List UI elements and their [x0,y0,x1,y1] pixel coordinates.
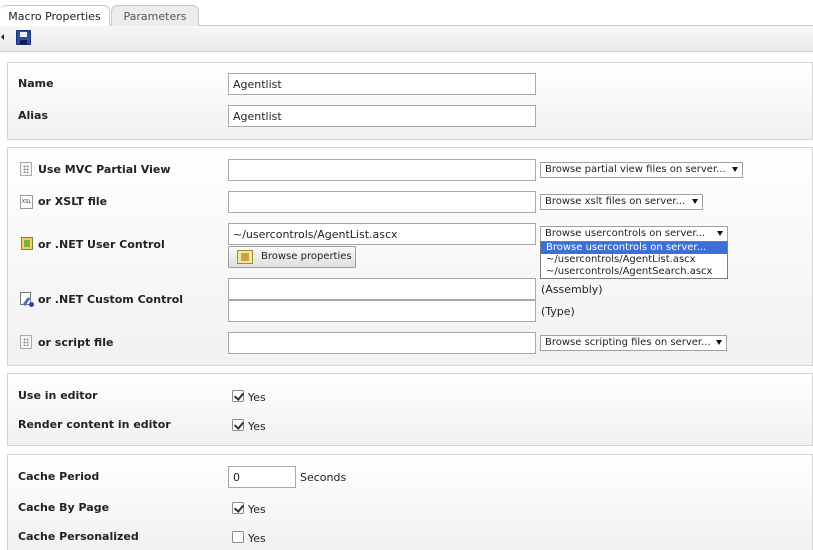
script-browse-text: Browse scripting files on server... [545,337,711,348]
user-control-browse-text: Browse usercontrols on server... [545,228,706,239]
mvc-browse-text: Browse partial view files on server... [545,164,726,175]
chevron-down-icon [717,231,723,236]
user-control-icon [21,237,33,250]
custom-control-assembly-input[interactable] [228,278,536,300]
chevron-down-icon [716,340,722,345]
script-input[interactable] [228,332,536,354]
collapse-arrow-icon[interactable] [1,34,4,40]
cache-by-page-yes: Yes [248,503,266,516]
script-label: or script file [38,336,114,349]
render-in-editor-yes: Yes [248,420,266,433]
toolbar [0,26,813,52]
name-input[interactable] [228,73,536,95]
xsl-file-icon: XSL [20,195,33,209]
cache-by-page-checkbox[interactable] [232,502,244,514]
dropdown-option[interactable]: ~/usercontrols/AgentSearch.ascx [541,266,727,278]
browse-properties-label: Browse properties [261,251,352,262]
cache-personalized-yes: Yes [248,532,266,545]
script-file-icon [20,335,32,349]
dropdown-option[interactable]: Browse usercontrols on server... [541,242,727,254]
tab-macro-properties[interactable]: Macro Properties [0,5,110,27]
browse-properties-button[interactable]: Browse properties [228,246,356,268]
editor-panel [7,373,813,446]
alias-label: Alias [18,109,49,122]
chevron-down-icon [692,199,698,204]
type-label: (Type) [541,305,575,318]
save-icon[interactable] [16,30,31,45]
custom-control-label: or .NET Custom Control [38,293,184,306]
assembly-label: (Assembly) [541,283,603,296]
name-label: Name [18,77,54,90]
custom-control-type-input[interactable] [228,300,536,322]
script-browse-select[interactable]: Browse scripting files on server... [540,335,727,351]
use-in-editor-label: Use in editor [18,389,98,402]
use-in-editor-yes: Yes [248,391,266,404]
mvc-label: Use MVC Partial View [38,163,171,176]
user-control-dropdown-list: Browse usercontrols on server... ~/userc… [540,241,728,279]
mvc-file-icon [20,162,32,176]
xslt-label: or XSLT file [38,195,108,208]
user-control-label: or .NET User Control [38,238,165,251]
render-in-editor-checkbox[interactable] [232,419,244,431]
render-in-editor-label: Render content in editor [18,418,171,431]
cache-personalized-label: Cache Personalized [18,530,139,543]
xslt-browse-text: Browse xslt files on server... [545,196,686,207]
mvc-browse-select[interactable]: Browse partial view files on server... [540,162,743,178]
dropdown-option[interactable]: ~/usercontrols/AgentList.ascx [541,254,727,266]
cache-by-page-label: Cache By Page [18,501,110,514]
custom-control-icon [20,292,34,307]
tab-bar: Macro Properties Parameters [0,0,813,27]
xslt-input[interactable] [228,191,536,213]
user-control-browse-select[interactable]: Browse usercontrols on server... [540,226,728,242]
cache-period-input[interactable] [228,466,296,488]
use-in-editor-checkbox[interactable] [232,390,244,402]
cache-personalized-checkbox[interactable] [232,531,244,543]
tab-parameters[interactable]: Parameters [111,5,199,26]
seconds-label: Seconds [300,471,347,484]
mvc-input[interactable] [228,159,536,181]
user-control-input[interactable] [228,223,536,245]
cache-period-label: Cache Period [18,470,100,483]
alias-input[interactable] [228,105,536,127]
xslt-browse-select[interactable]: Browse xslt files on server... [540,194,703,210]
chevron-down-icon [732,167,738,172]
properties-icon [237,250,253,264]
